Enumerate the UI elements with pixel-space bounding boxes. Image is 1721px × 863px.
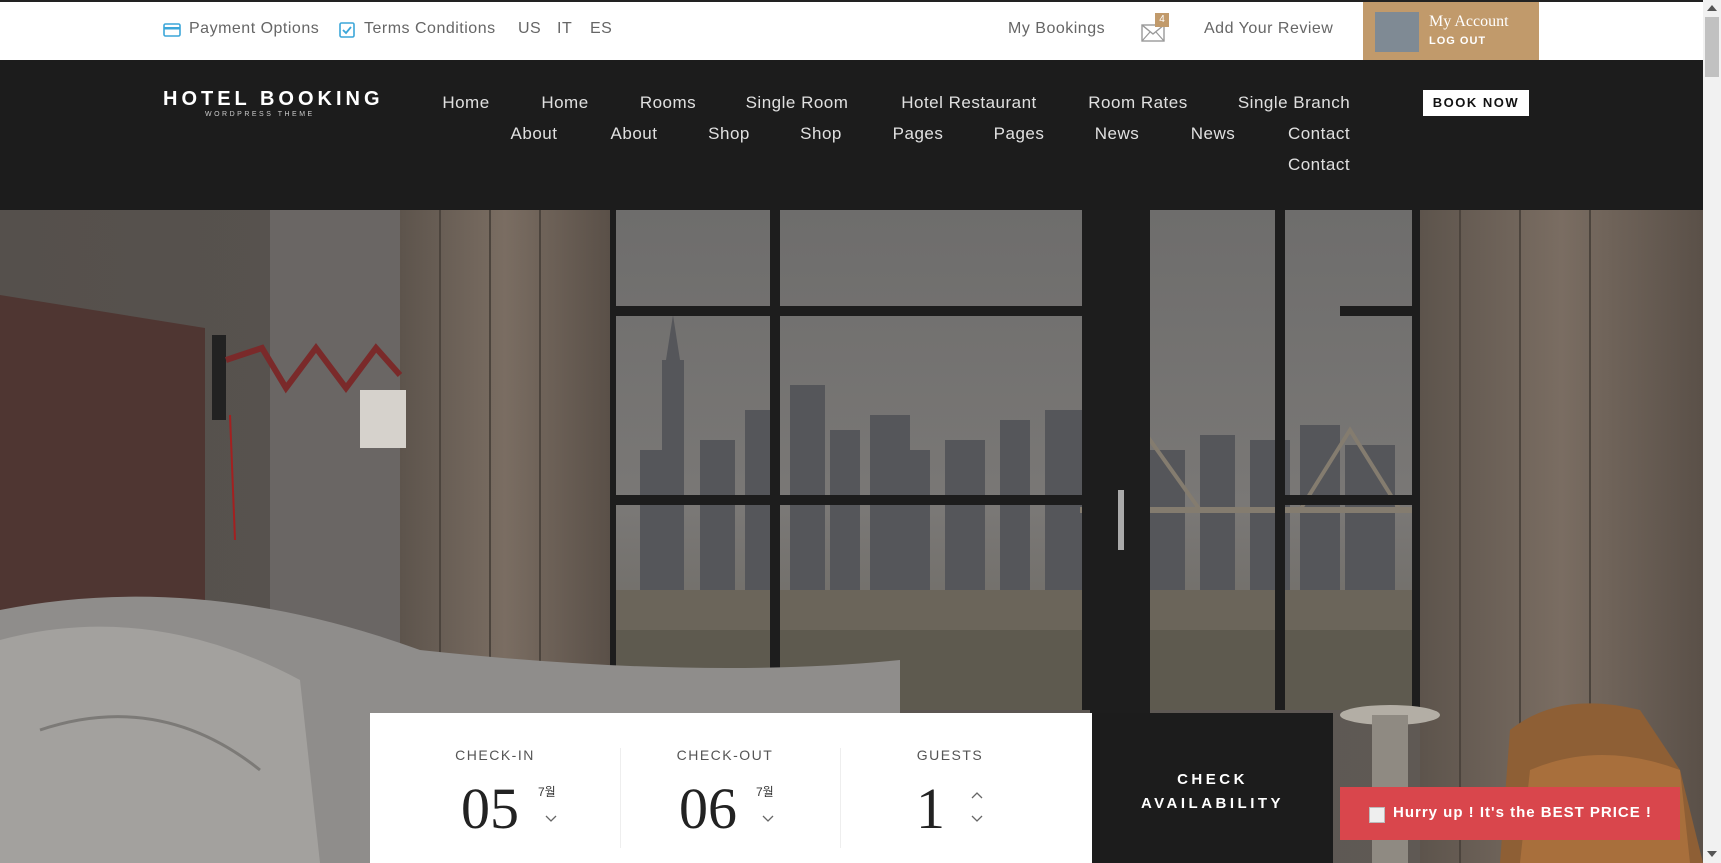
nav-news-2[interactable]: News [1191,124,1236,144]
logo-title[interactable]: HOTEL BOOKING [163,88,384,111]
nav-single-room[interactable]: Single Room [746,93,849,113]
nav-about-2[interactable]: About [611,124,658,144]
lang-it-link[interactable]: IT [557,20,572,38]
lang-es-link[interactable]: ES [590,20,612,38]
my-bookings-link[interactable]: My Bookings [1008,20,1105,38]
chevron-up-icon[interactable] [971,791,983,799]
nav-contact-2[interactable]: Contact [1288,155,1350,175]
checkout-label: CHECK-OUT [676,747,774,763]
checkout-month: 7월 [756,785,774,799]
nav-shop-2[interactable]: Shop [800,124,842,144]
logo-subtitle: WORDPRESS THEME [205,111,315,118]
nav-contact[interactable]: Contact [1288,124,1350,144]
guests-value: 1 [916,776,945,841]
scroll-down-arrow-icon[interactable] [1707,851,1717,857]
lang-us-link[interactable]: US [518,20,541,38]
booking-form: CHECK-IN 05 7월 CHECK-OUT 06 7월 GUESTS 1 [370,713,1092,863]
scrollbar[interactable] [1703,0,1721,863]
checkbox-icon [339,22,355,38]
nav-room-rates[interactable]: Room Rates [1088,93,1187,113]
best-price-popup[interactable]: Hurry up ! It's the BEST PRICE ! [1340,787,1680,840]
checkin-month: 7월 [538,785,556,799]
check-label-line1: CHECK [1177,771,1248,788]
main-header: HOTEL BOOKING WORDPRESS THEME Home Home … [0,60,1703,210]
checkin-field[interactable]: CHECK-IN 05 7월 [370,713,620,863]
nav-shop[interactable]: Shop [708,124,750,144]
scroll-up-arrow-icon[interactable] [1707,5,1717,11]
book-now-button[interactable]: BOOK NOW [1423,90,1529,116]
chevron-down-icon[interactable] [971,815,983,823]
nav-home-2[interactable]: Home [541,93,588,113]
checkout-field[interactable]: CHECK-OUT 06 7월 [620,713,830,863]
nav-hotel-restaurant[interactable]: Hotel Restaurant [901,93,1037,113]
chevron-down-icon[interactable] [762,815,774,823]
checkout-day: 06 [679,776,737,841]
check-availability-button[interactable]: CHECK AVAILABILITY [1092,713,1333,863]
best-price-text: Hurry up ! It's the BEST PRICE ! [1393,804,1652,821]
broken-image-icon [1369,807,1385,823]
logout-link[interactable]: LOG OUT [1429,35,1486,47]
checkin-label: CHECK-IN [455,747,535,763]
scrollbar-thumb[interactable] [1705,17,1719,77]
nav-news[interactable]: News [1095,124,1140,144]
account-menu[interactable]: My Account LOG OUT [1363,2,1539,60]
account-name[interactable]: My Account [1429,13,1509,31]
nav-pages[interactable]: Pages [893,124,944,144]
nav-home[interactable]: Home [442,93,489,113]
credit-card-icon [163,23,181,37]
chevron-down-icon[interactable] [545,815,557,823]
add-review-link[interactable]: Add Your Review [1204,20,1333,38]
nav-rooms[interactable]: Rooms [640,93,696,113]
avatar [1375,12,1419,52]
payment-options-link[interactable]: Payment Options [189,20,319,38]
guests-label: GUESTS [916,747,984,763]
checkin-day: 05 [461,776,519,841]
nav-about[interactable]: About [511,124,558,144]
check-label-line2: AVAILABILITY [1140,795,1285,812]
guests-field[interactable]: GUESTS 1 [830,713,1070,863]
nav-pages-2[interactable]: Pages [994,124,1045,144]
terms-conditions-link[interactable]: Terms Conditions [364,20,496,38]
mail-count-badge: 4 [1155,13,1169,27]
nav-single-branch[interactable]: Single Branch [1238,93,1350,113]
